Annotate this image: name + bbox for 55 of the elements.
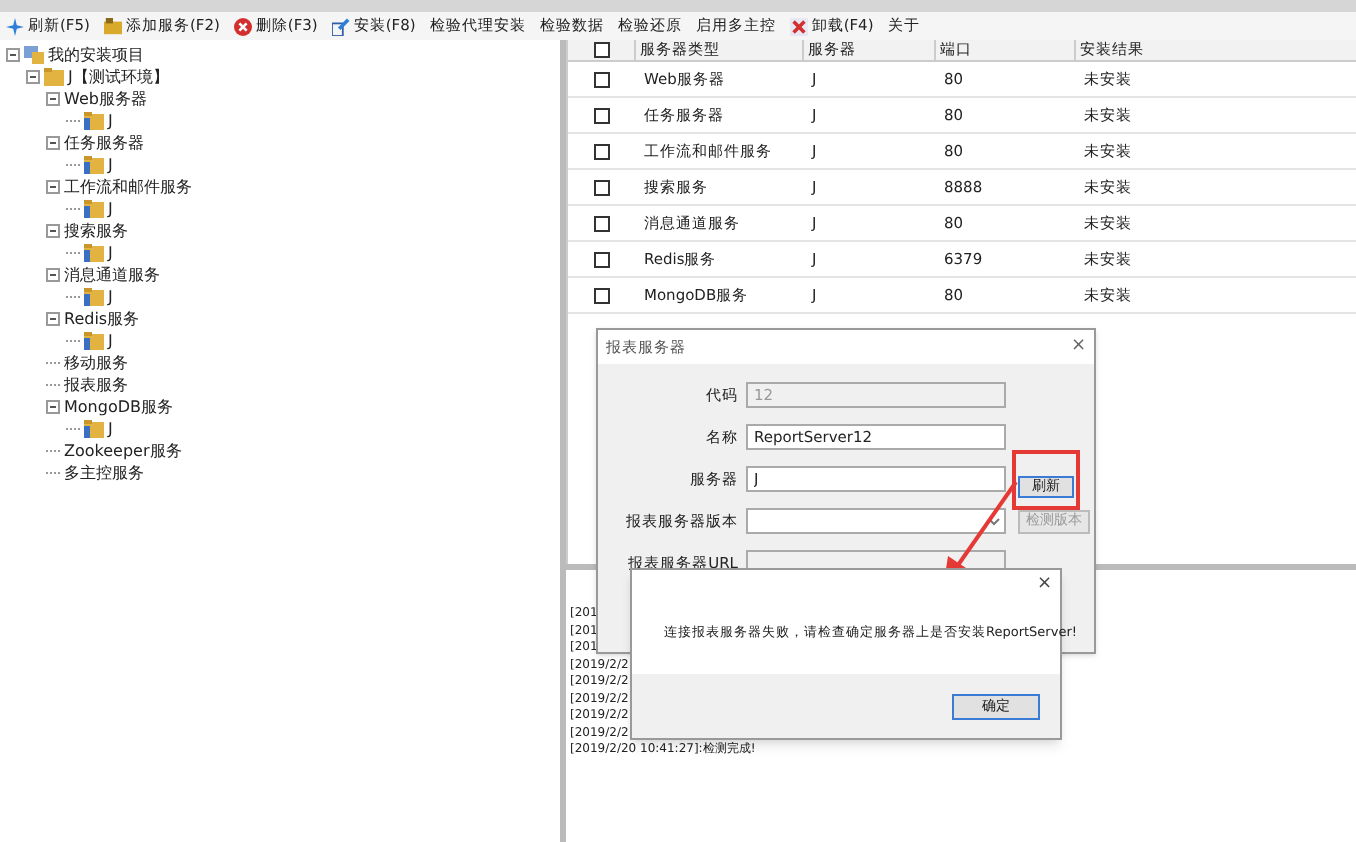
collapse-toggle[interactable]	[46, 136, 60, 150]
folder-icon	[84, 200, 104, 218]
tree-item[interactable]: 搜索服务	[64, 221, 128, 241]
tree-item[interactable]: J	[108, 155, 113, 175]
tree-item[interactable]: J【测试环境】	[68, 67, 169, 87]
computer-icon	[24, 46, 44, 64]
collapse-toggle[interactable]	[46, 180, 60, 194]
checkbox[interactable]	[593, 215, 609, 231]
collapse-toggle[interactable]	[6, 48, 20, 62]
close-button[interactable]: ×	[1036, 574, 1052, 594]
folder-icon	[84, 332, 104, 350]
tree-item[interactable]: 工作流和邮件服务	[64, 177, 192, 197]
checkbox[interactable]	[593, 251, 609, 267]
collapse-toggle[interactable]	[46, 312, 60, 326]
tree-item[interactable]: 报表服务	[64, 375, 128, 395]
folder-icon	[103, 17, 122, 35]
tree-item[interactable]: 消息通道服务	[64, 265, 160, 285]
tree-item[interactable]: J	[108, 287, 113, 307]
tree-item[interactable]: J	[108, 243, 113, 263]
folder-icon	[84, 288, 104, 306]
checkbox[interactable]	[593, 71, 609, 87]
close-button[interactable]: ×	[1070, 338, 1086, 356]
tree-item[interactable]: 我的安装项目	[48, 45, 144, 65]
collapse-toggle[interactable]	[46, 92, 60, 106]
pencil-icon	[331, 17, 350, 35]
collapse-toggle[interactable]	[26, 70, 40, 84]
tree-item[interactable]: MongoDB服务	[64, 397, 173, 417]
tree-item[interactable]: Zookeeper服务	[64, 441, 182, 461]
chevron-down-icon	[988, 517, 1000, 525]
folder-icon	[84, 420, 104, 438]
tree-item[interactable]: J	[108, 111, 113, 131]
checkbox[interactable]	[593, 179, 609, 195]
version-select[interactable]	[746, 508, 1006, 534]
delete-icon	[233, 17, 252, 35]
checkbox[interactable]	[593, 107, 609, 123]
refresh-icon	[6, 17, 24, 35]
checkbox[interactable]	[593, 143, 609, 159]
folder-icon	[84, 244, 104, 262]
checkbox[interactable]	[593, 42, 609, 58]
tree-item[interactable]: J	[108, 199, 113, 219]
tree-item[interactable]: 多主控服务	[64, 463, 144, 483]
tree-item[interactable]: 任务服务器	[64, 133, 144, 153]
folder-icon	[44, 68, 64, 86]
folder-icon	[84, 156, 104, 174]
tree-item[interactable]: Web服务器	[64, 89, 147, 109]
tree-item[interactable]: J	[108, 419, 113, 439]
tree-item[interactable]: 移动服务	[64, 353, 128, 373]
collapse-toggle[interactable]	[46, 224, 60, 238]
collapse-toggle[interactable]	[46, 400, 60, 414]
tree-item[interactable]: J	[108, 331, 113, 351]
tree-item[interactable]: Redis服务	[64, 309, 140, 329]
cross-icon	[789, 17, 808, 35]
folder-icon	[84, 112, 104, 130]
checkbox[interactable]	[593, 287, 609, 303]
collapse-toggle[interactable]	[46, 268, 60, 282]
